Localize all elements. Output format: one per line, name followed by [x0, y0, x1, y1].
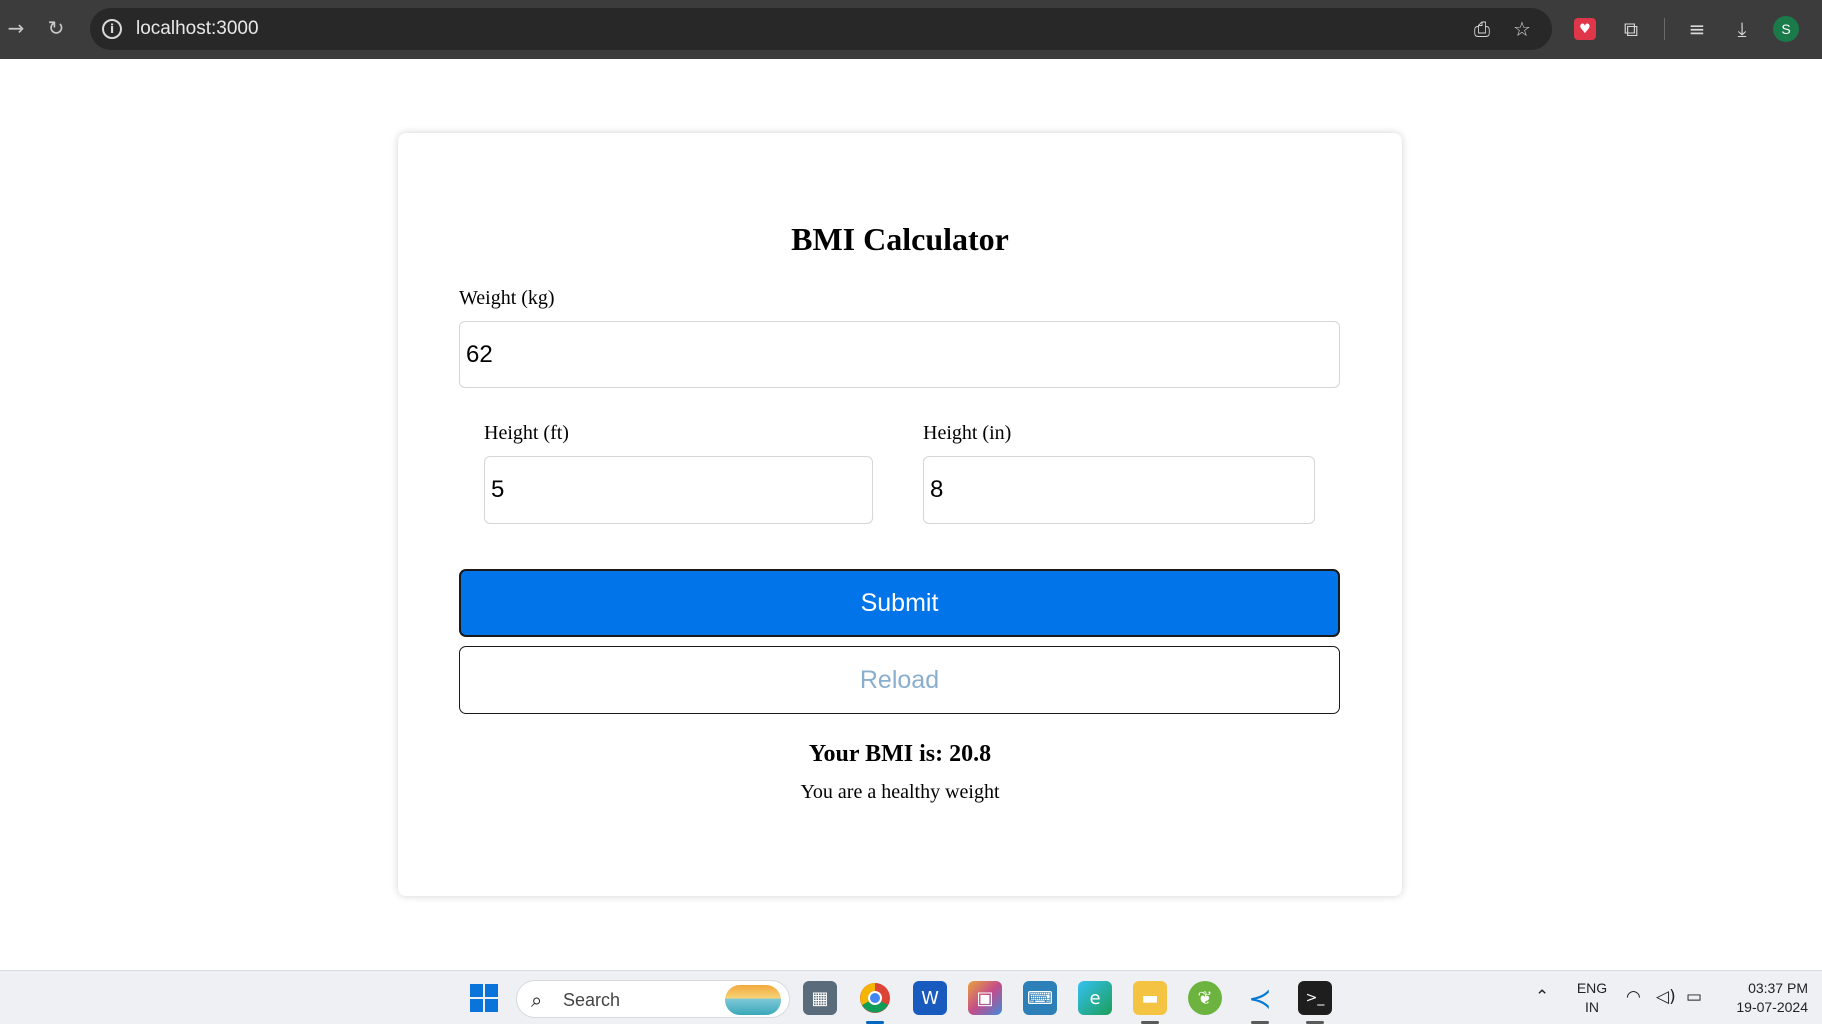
toolbar-divider: [1664, 18, 1665, 40]
weight-input[interactable]: 62: [459, 321, 1340, 388]
bmi-status: You are a healthy weight: [800, 781, 1000, 803]
address-bar[interactable]: i localhost:3000: [90, 8, 1552, 50]
profile-avatar[interactable]: S: [1773, 16, 1799, 42]
clock[interactable]: 03:37 PM 19-07-2024: [1722, 979, 1808, 1017]
search-placeholder: Search: [563, 990, 621, 1010]
forward-icon[interactable]: →: [0, 12, 32, 44]
taskbar-search[interactable]: ⌕ Search: [516, 980, 790, 1018]
height-ft-label: Height (ft): [484, 422, 569, 444]
height-in-input[interactable]: 8: [923, 456, 1315, 524]
spring-icon[interactable]: ❦: [1188, 981, 1222, 1015]
calculator-icon[interactable]: ▦: [803, 981, 837, 1015]
language-code: ENG: [1576, 980, 1608, 996]
reading-list-icon[interactable]: ≡: [1682, 14, 1712, 44]
clock-time: 03:37 PM: [1748, 980, 1808, 996]
volume-icon[interactable]: ◁): [1656, 987, 1676, 1007]
edge-icon[interactable]: e: [1078, 981, 1112, 1015]
search-highlight-image: [725, 985, 781, 1015]
page-title: BMI Calculator: [791, 221, 1009, 257]
weight-label: Weight (kg): [459, 287, 555, 309]
install-app-icon[interactable]: ⎙: [1467, 14, 1497, 44]
word-icon[interactable]: W: [913, 981, 947, 1015]
wifi-icon[interactable]: ◠: [1626, 987, 1641, 1007]
taskbar: ⌕ Search ▦ W ▣ ⌨ e ▬ ❦ ≺ >_ ⌃ ENG IN ◠ ◁…: [0, 970, 1822, 1024]
chrome-icon[interactable]: [858, 981, 892, 1015]
keyboard-icon[interactable]: ⌨: [1023, 981, 1057, 1015]
submit-button[interactable]: Submit: [459, 569, 1340, 637]
clock-date: 19-07-2024: [1736, 999, 1808, 1015]
url-text[interactable]: localhost:3000: [136, 18, 259, 40]
bookmark-star-icon[interactable]: ☆: [1507, 14, 1537, 44]
search-icon: ⌕: [531, 988, 543, 1012]
reload-icon[interactable]: ↻: [40, 12, 72, 44]
height-ft-input[interactable]: 5: [484, 456, 873, 524]
site-info-icon[interactable]: i: [102, 19, 122, 39]
downloads-icon[interactable]: ⤓: [1727, 14, 1757, 44]
extensions-icon[interactable]: ⧉: [1616, 14, 1646, 44]
start-icon[interactable]: [467, 981, 501, 1015]
terminal-icon[interactable]: >_: [1298, 981, 1332, 1015]
pocket-icon[interactable]: ♥: [1574, 18, 1596, 40]
language-region: IN: [1585, 999, 1599, 1015]
chevron-up-icon[interactable]: ⌃: [1535, 987, 1549, 1007]
bmi-result: Your BMI is: 20.8: [808, 741, 992, 767]
language-indicator[interactable]: ENG IN: [1572, 979, 1612, 1017]
photos-icon[interactable]: ▣: [968, 981, 1002, 1015]
battery-icon[interactable]: ▭: [1686, 987, 1702, 1007]
vscode-icon[interactable]: ≺: [1243, 981, 1277, 1015]
file-explorer-icon[interactable]: ▬: [1133, 981, 1167, 1015]
reload-button[interactable]: Reload: [459, 646, 1340, 714]
bmi-card: BMI Calculator Weight (kg) 62 Height (ft…: [398, 133, 1402, 896]
height-in-label: Height (in): [923, 422, 1012, 444]
browser-toolbar: → ↻ i localhost:3000 ⎙ ☆ ♥ ⧉ ≡ ⤓ S: [0, 0, 1822, 59]
